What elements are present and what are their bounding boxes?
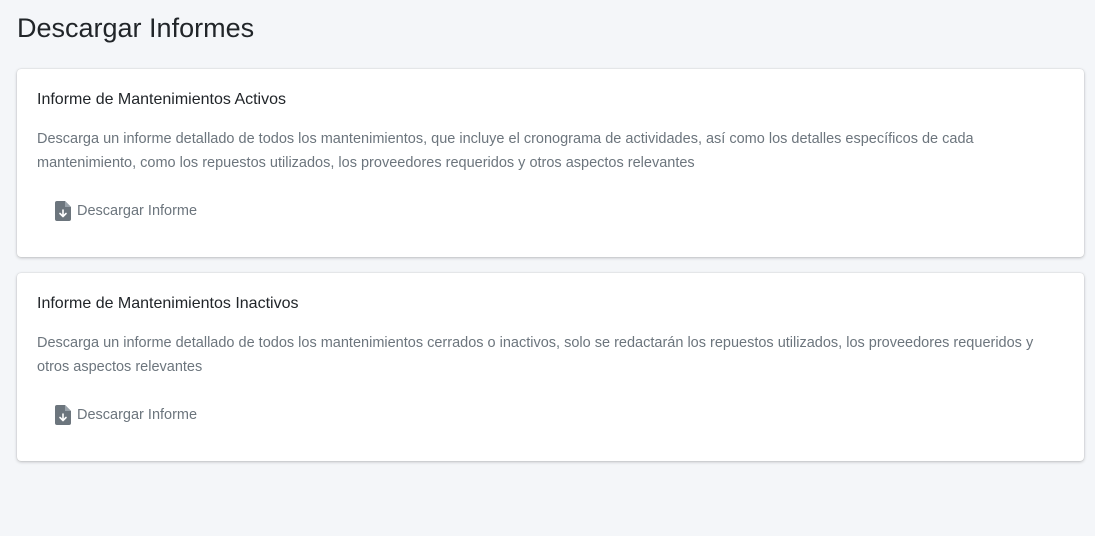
page-title: Descargar Informes [17, 13, 255, 43]
card-description: Descarga un informe detallado de todos l… [37, 131, 974, 171]
report-card-inactive: Informe de Mantenimientos Inactivos Desc… [17, 273, 1084, 461]
file-download-icon [55, 405, 71, 425]
card-title: Informe de Mantenimientos Activos [37, 91, 287, 108]
card-description: Descarga un informe detallado de todos l… [37, 335, 1034, 375]
report-card-active: Informe de Mantenimientos Activos Descar… [17, 69, 1084, 257]
page: Descargar Informes Informe de Mantenimie… [0, 0, 1095, 536]
download-button-label: Descargar Informe [77, 203, 198, 219]
download-report-button[interactable]: Descargar Informe [55, 197, 197, 225]
card-title: Informe de Mantenimientos Inactivos [37, 295, 299, 312]
file-download-icon [55, 201, 71, 221]
download-report-button[interactable]: Descargar Informe [55, 401, 197, 429]
download-button-label: Descargar Informe [77, 407, 198, 423]
